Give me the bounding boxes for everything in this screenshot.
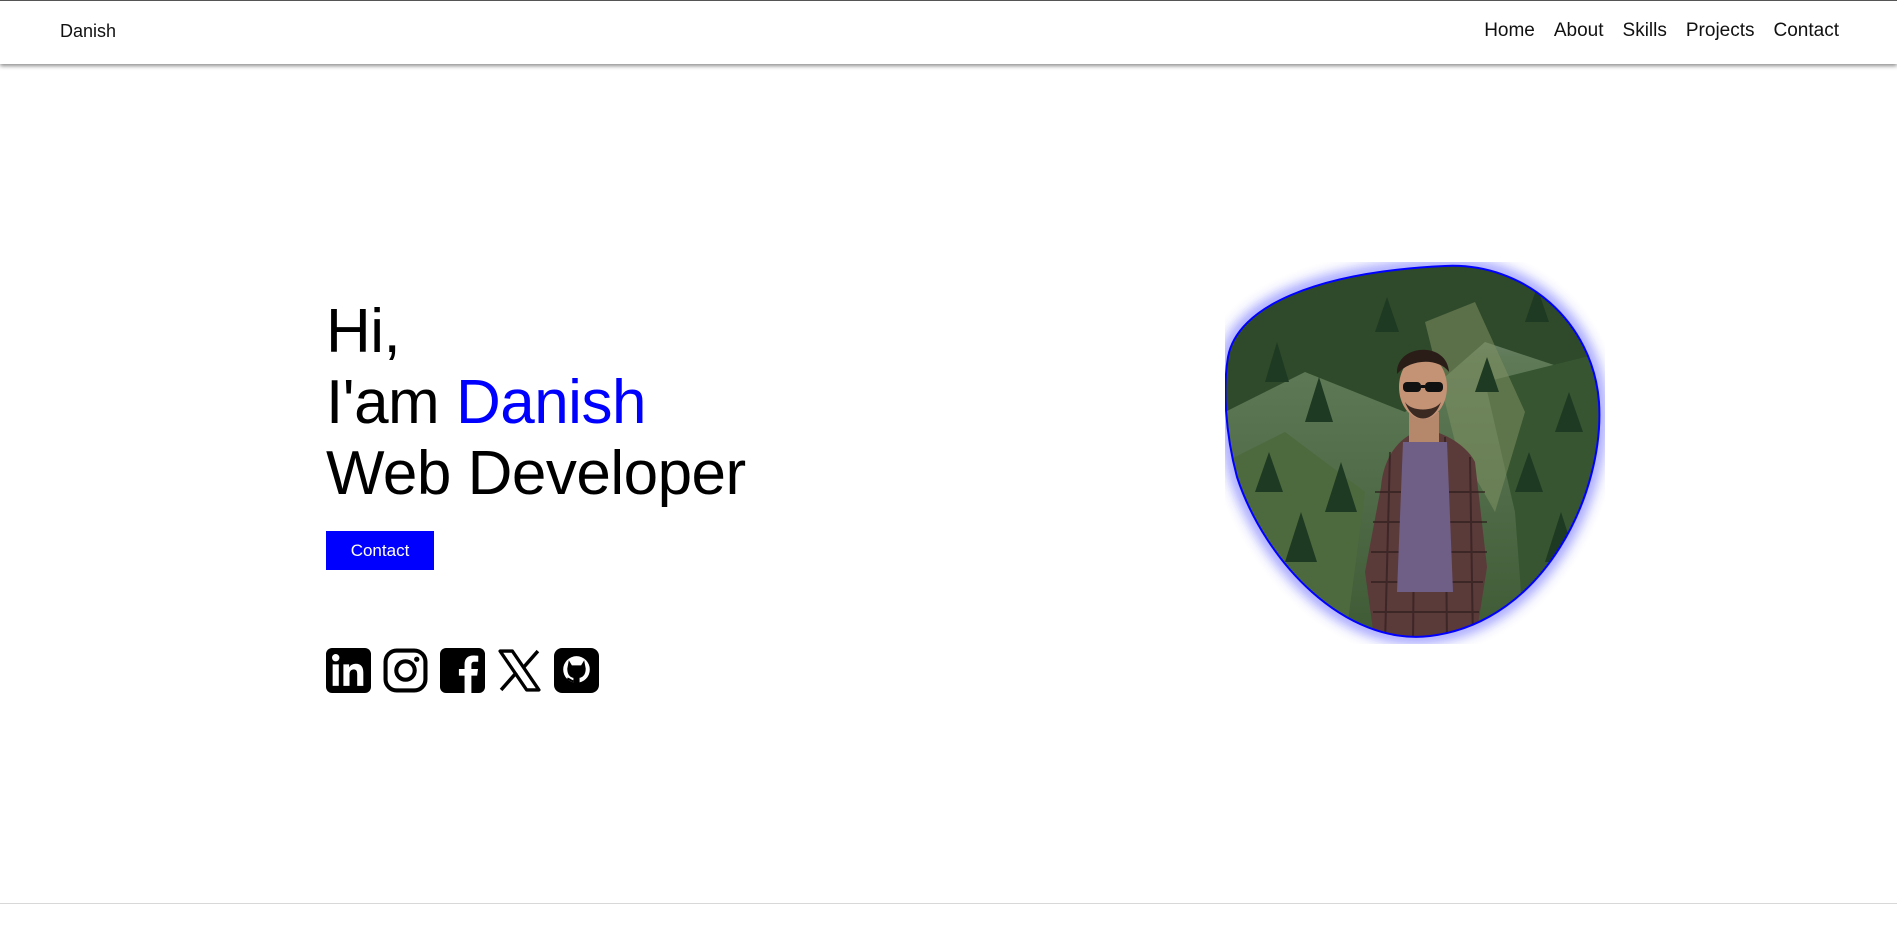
hero-intro: I'am Danish (326, 367, 746, 438)
section-divider (0, 903, 1897, 904)
profile-photo (1220, 260, 1605, 644)
nav-links: Home About Skills Projects Contact (1465, 20, 1839, 42)
instagram-icon[interactable] (383, 648, 428, 693)
facebook-icon[interactable] (440, 648, 485, 693)
hero-intro-prefix: I'am (326, 368, 440, 437)
nav-link-about[interactable]: About (1554, 20, 1604, 42)
nav-link-home[interactable]: Home (1484, 20, 1535, 42)
profile-photo-blob (1220, 260, 1605, 642)
nav-link-contact[interactable]: Contact (1774, 20, 1839, 42)
x-icon[interactable] (497, 648, 542, 693)
navbar: Danish Home About Skills Projects Contac… (0, 0, 1897, 64)
social-links (326, 648, 599, 693)
hero-name: Danish (455, 368, 647, 437)
nav-link-skills[interactable]: Skills (1623, 20, 1667, 42)
hero-role: Web Developer (326, 439, 746, 508)
github-icon[interactable] (554, 648, 599, 693)
hero-heading: Hi, I'am Danish Web Developer (326, 296, 746, 509)
hero-greeting: Hi, (326, 297, 401, 366)
contact-button[interactable]: Contact (326, 531, 434, 570)
brand-logo[interactable]: Danish (60, 21, 116, 42)
linkedin-icon[interactable] (326, 648, 371, 693)
nav-link-projects[interactable]: Projects (1686, 20, 1755, 42)
